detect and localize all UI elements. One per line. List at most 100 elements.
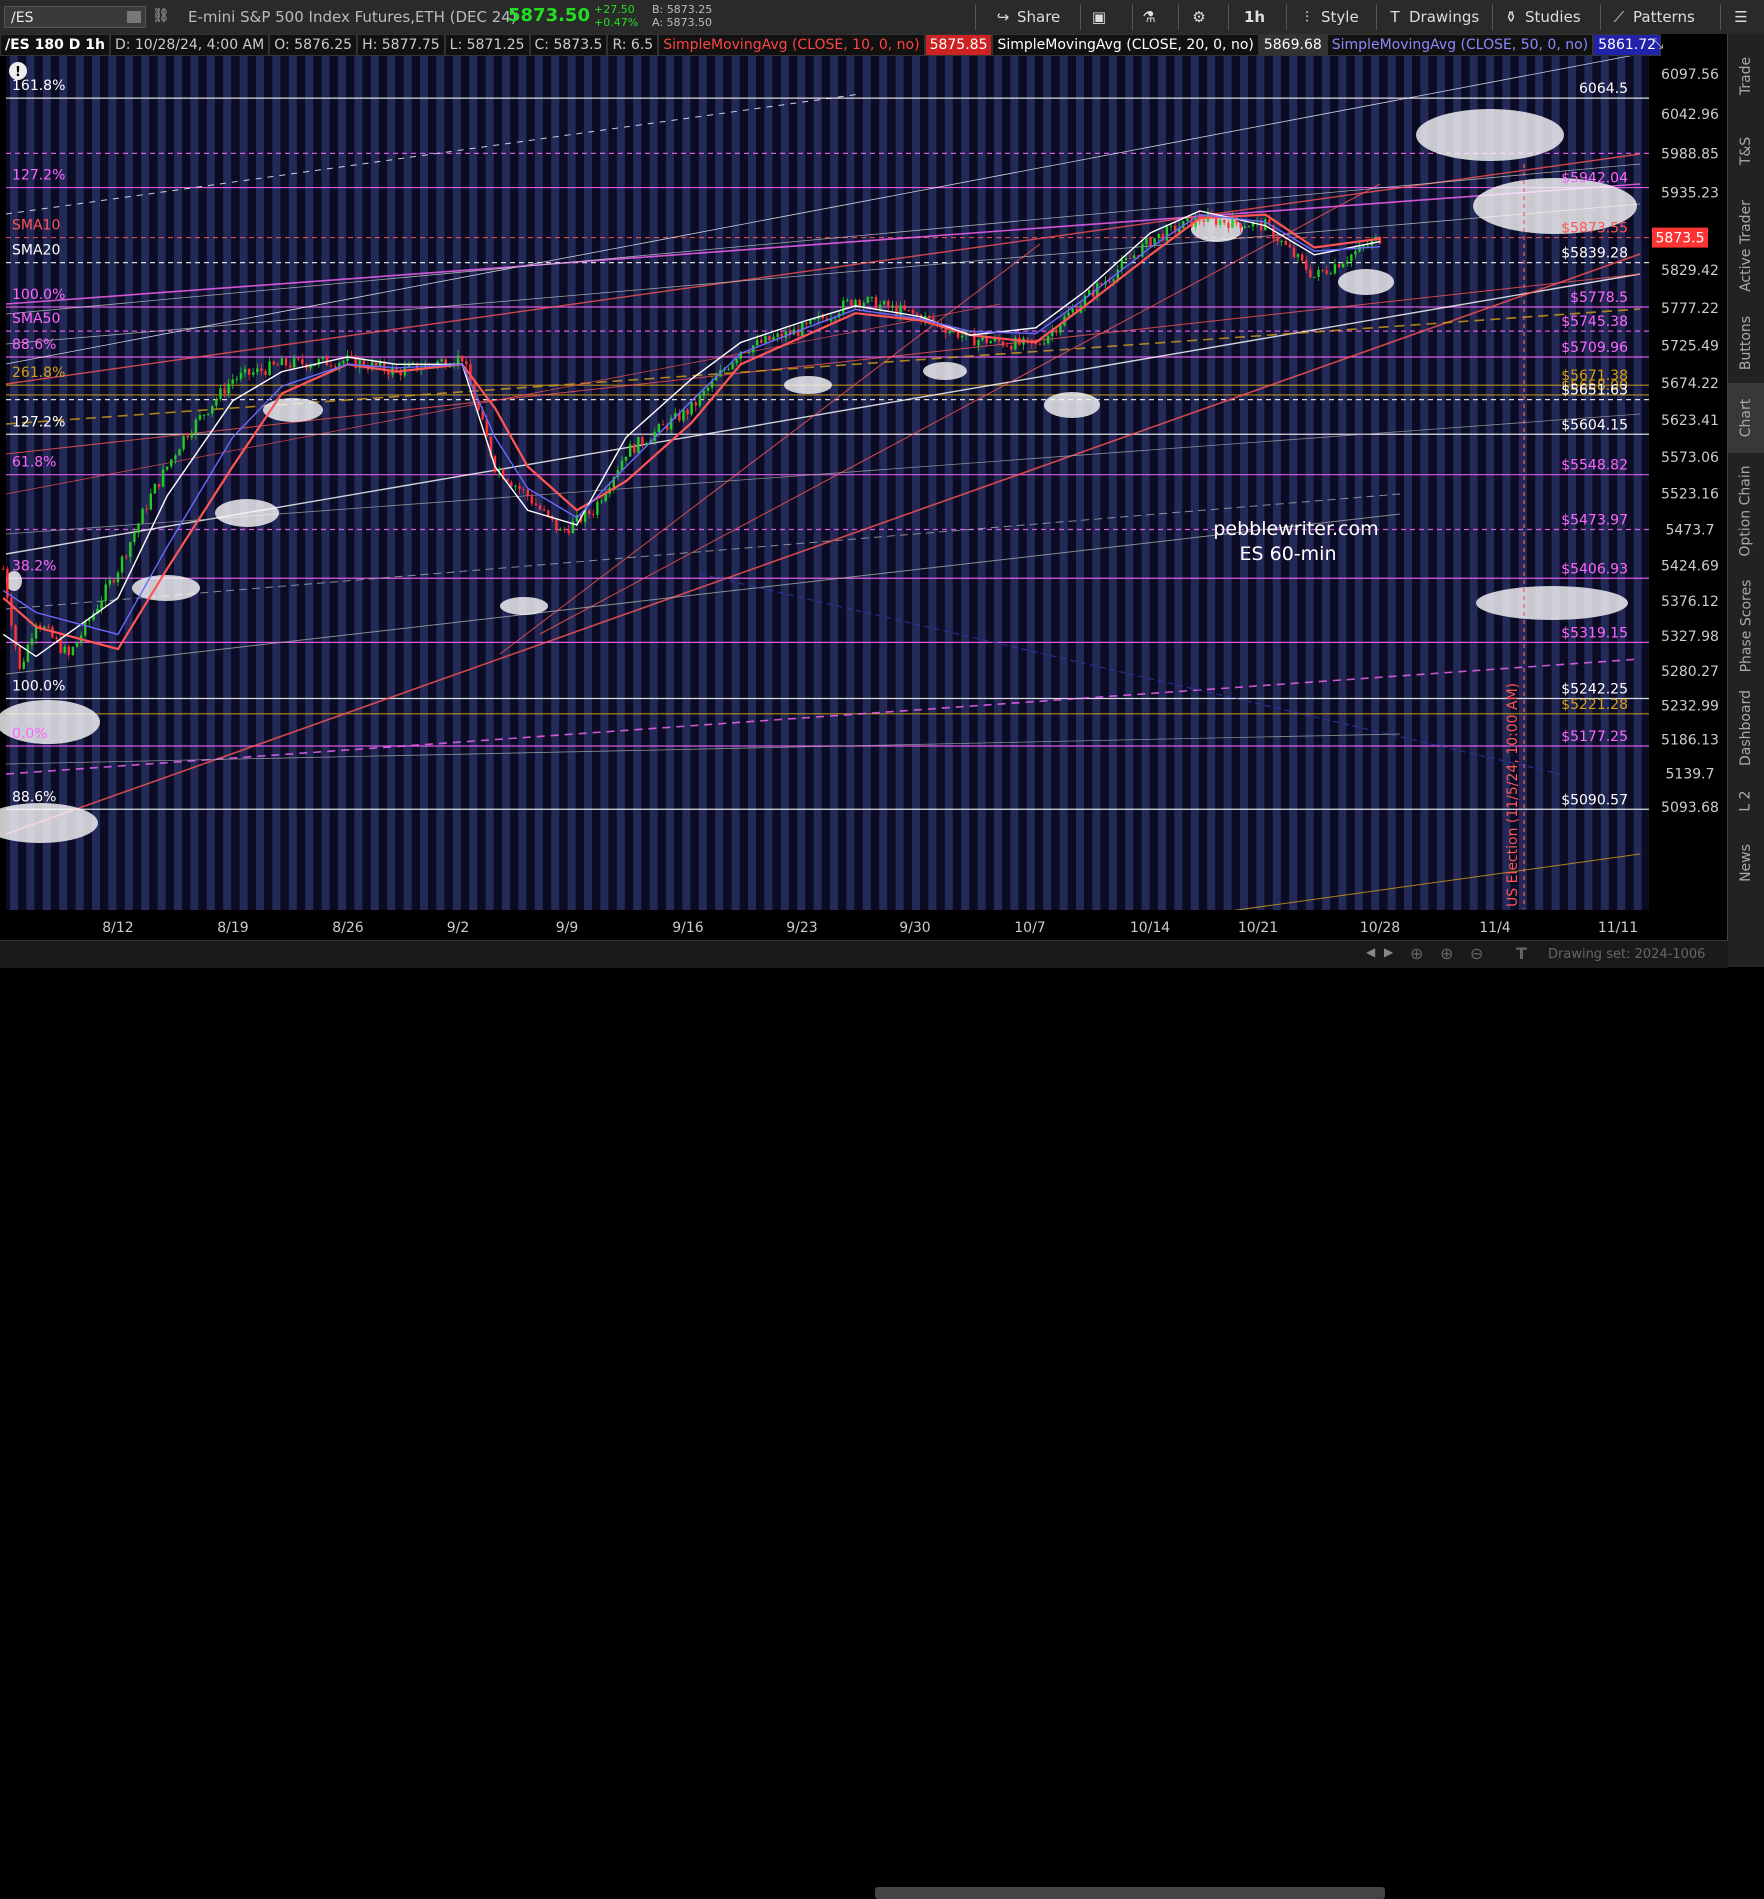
drawings-button[interactable]: T Drawings xyxy=(1386,6,1479,28)
scroll-right-icon[interactable]: ▶ xyxy=(1384,945,1393,959)
candle-body xyxy=(124,556,128,558)
sidebar-tab-buttons[interactable]: Buttons xyxy=(1728,303,1764,383)
style-button[interactable]: ⫶ Style xyxy=(1298,6,1359,28)
candle-body xyxy=(55,637,58,640)
right-level-label: $5873.55 xyxy=(1561,221,1628,237)
candle-body xyxy=(1042,343,1046,345)
session-band xyxy=(879,56,888,940)
session-band xyxy=(912,56,920,940)
symbol-text: /ES xyxy=(11,10,34,26)
session-band xyxy=(1141,56,1150,940)
price-tick-label: 5725.49 xyxy=(1661,339,1719,355)
link-icon[interactable]: ⛓ xyxy=(152,8,170,24)
symbol-selector[interactable]: /ES xyxy=(4,6,146,28)
price-tick-label: 5093.68 xyxy=(1661,800,1719,816)
candle-body xyxy=(120,556,124,573)
candle-body xyxy=(928,315,931,318)
session-band xyxy=(1076,56,1084,940)
candle-body xyxy=(141,508,144,524)
interval-selector[interactable]: 1h xyxy=(1244,6,1265,28)
pattern-icon: ⟋ xyxy=(1613,8,1625,26)
candle-body xyxy=(1329,273,1333,275)
candle-body xyxy=(592,514,595,516)
studies-button[interactable]: ⚱ Studies xyxy=(1502,6,1581,28)
candle-body xyxy=(960,335,964,338)
session-band xyxy=(370,56,379,940)
price-chart[interactable]: 161.8% 127.2% SMA10 SMA20 100.0% SMA50 88.6% 26… xyxy=(0,34,1728,940)
dropdown-icon[interactable] xyxy=(127,11,141,23)
camera-icon: ▣ xyxy=(1091,8,1107,26)
candle-body xyxy=(878,304,882,310)
gear-icon: ⚙ xyxy=(1192,8,1206,26)
sidebar-tab-chart[interactable]: Chart xyxy=(1728,383,1764,453)
sidebar-tab-option-chain[interactable]: Option Chain xyxy=(1728,453,1764,568)
session-band xyxy=(272,56,281,940)
candle-body xyxy=(1243,226,1246,228)
candle-body xyxy=(321,356,325,360)
candle-body xyxy=(1165,226,1169,241)
candle-body xyxy=(600,501,603,503)
time-tick-label: 8/26 xyxy=(332,920,364,936)
flask-button[interactable]: ⚗ xyxy=(1140,6,1163,28)
snapshot-button[interactable]: ▣ xyxy=(1090,6,1113,28)
sidebar-tab-trade[interactable]: Trade xyxy=(1728,38,1764,113)
candle-body xyxy=(301,359,304,365)
session-band xyxy=(813,56,822,940)
session-band xyxy=(469,56,478,940)
session-band xyxy=(1436,56,1445,940)
price-tick-label: 5139.7 xyxy=(1666,766,1715,782)
bar-low: L: 5871.25 xyxy=(444,34,530,56)
price-axis[interactable]: 6097.56 6042.96 5988.85 5935.23 5829.42 5777.… xyxy=(1650,56,1728,940)
sidebar-tab-news[interactable]: News xyxy=(1728,828,1764,898)
session-band xyxy=(895,56,904,940)
candle-body xyxy=(206,413,210,415)
candle-body xyxy=(1108,281,1111,283)
highlight-ellipse xyxy=(1416,109,1564,161)
candle-body xyxy=(682,409,685,421)
candle-body xyxy=(223,388,226,394)
time-axis[interactable]: 8/12 8/19 8/26 9/2 9/9 9/16 9/23 9/30 10/7 10/14 1… xyxy=(0,910,1650,940)
candle-body xyxy=(84,621,87,636)
collapse-icon[interactable]: ⤡ xyxy=(1652,36,1663,52)
candle-body xyxy=(26,644,30,662)
sma20-study-label[interactable]: SimpleMovingAvg (CLOSE, 20, 0, no) xyxy=(992,34,1259,56)
session-band xyxy=(141,56,150,940)
session-band xyxy=(1338,56,1347,940)
candle-body xyxy=(915,313,919,315)
candle-body xyxy=(567,529,570,534)
horizontal-scrollbar[interactable] xyxy=(875,1887,1385,1899)
sidebar-tab-dashboard[interactable]: Dashboard xyxy=(1728,683,1764,773)
menu-button[interactable]: ☰ xyxy=(1732,6,1755,28)
candle-body xyxy=(686,409,689,415)
candle-body xyxy=(854,299,857,306)
sidebar-tab-t-s[interactable]: T&S xyxy=(1728,113,1764,188)
highlight-ellipse xyxy=(1476,586,1628,620)
sma50-study-label[interactable]: SimpleMovingAvg (CLOSE, 50, 0, no) xyxy=(1326,34,1594,56)
last-price: 5873.50 xyxy=(508,5,590,26)
candle-body xyxy=(170,459,173,467)
right-level-label: $5406.93 xyxy=(1561,561,1628,577)
drawing-tool-icon[interactable]: T xyxy=(1516,944,1527,963)
settings-button[interactable]: ⚙ xyxy=(1190,6,1213,28)
sidebar-tab-l-2[interactable]: L 2 xyxy=(1728,773,1764,828)
zoom-in-icon[interactable]: ⊕ xyxy=(1440,944,1453,963)
candle-body xyxy=(342,360,345,364)
right-level-label: $5221.28 xyxy=(1561,697,1628,713)
sidebar-tab-phase-scores[interactable]: Phase Scores xyxy=(1728,568,1764,683)
share-button[interactable]: ↪ Share xyxy=(994,6,1061,28)
scroll-left-icon[interactable]: ◀ xyxy=(1366,945,1375,959)
sma10-study-label[interactable]: SimpleMovingAvg (CLOSE, 10, 0, no) xyxy=(658,34,925,56)
candle-body xyxy=(948,330,951,334)
sidebar-tab-active-trader[interactable]: Active Trader xyxy=(1728,188,1764,303)
patterns-button[interactable]: ⟋ Patterns xyxy=(1610,6,1695,28)
candle-body xyxy=(862,302,865,307)
session-band xyxy=(288,56,297,940)
candle-body xyxy=(1300,254,1304,261)
candle-body xyxy=(174,455,177,460)
candle-body xyxy=(145,508,148,510)
crosshair-icon[interactable]: ⊕ xyxy=(1410,944,1423,963)
candle-body xyxy=(1132,255,1136,259)
candle-body xyxy=(776,333,779,337)
zoom-out-icon[interactable]: ⊖ xyxy=(1470,944,1483,963)
candle-body xyxy=(268,361,271,376)
